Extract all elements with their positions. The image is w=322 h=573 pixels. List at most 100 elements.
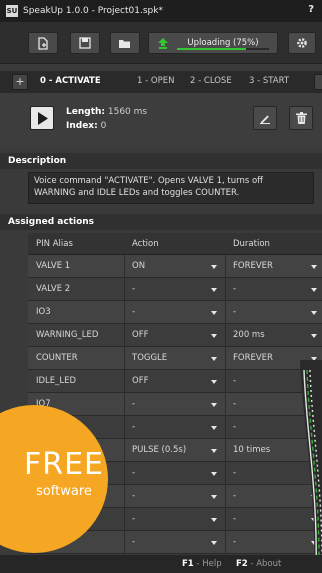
index-label: Index: <box>66 121 98 131</box>
chevron-down-icon[interactable] <box>211 403 217 407</box>
column-header-action: Action <box>132 239 159 249</box>
pin-alias-cell[interactable]: IO3 <box>36 307 51 317</box>
app-logo-icon: SU <box>6 5 18 17</box>
pin-alias-cell[interactable]: IDLE_LED <box>36 376 76 386</box>
chevron-down-icon[interactable] <box>211 265 217 269</box>
chevron-down-icon[interactable] <box>211 426 217 430</box>
command-index: Index: 0 <box>66 121 106 131</box>
duration-select[interactable]: - <box>233 307 236 317</box>
action-select[interactable]: TOGGLE <box>132 353 167 363</box>
duration-select[interactable]: 200 ms <box>233 330 265 340</box>
status-about[interactable]: F2 - About <box>236 559 281 569</box>
upload-status-text: Uploading (75%) <box>187 38 259 48</box>
chevron-down-icon[interactable] <box>211 357 217 361</box>
tab-scroll-right-button[interactable] <box>314 74 322 90</box>
new-project-button[interactable] <box>28 32 58 54</box>
help-button[interactable]: ? <box>308 4 314 15</box>
action-select[interactable]: OFF <box>132 376 148 386</box>
chevron-down-icon[interactable] <box>311 334 317 338</box>
column-header-duration: Duration <box>233 239 270 249</box>
duration-select[interactable]: - <box>233 376 236 386</box>
tab-start[interactable]: 3 - START <box>249 76 289 86</box>
tab-close[interactable]: 2 - CLOSE <box>190 76 232 86</box>
chevron-down-icon[interactable] <box>211 288 217 292</box>
duration-select[interactable]: FOREVER <box>233 353 273 363</box>
chevron-down-icon[interactable] <box>211 311 217 315</box>
pencil-icon <box>260 115 270 124</box>
add-command-button[interactable]: + <box>12 74 28 90</box>
duration-select[interactable]: - <box>233 468 236 478</box>
column-divider <box>124 255 125 278</box>
title-bar: SU SpeakUp 1.0.0 - Project01.spk* ? <box>0 0 322 22</box>
chevron-down-icon[interactable] <box>211 541 217 545</box>
tab-open[interactable]: 1 - OPEN <box>137 76 174 86</box>
open-project-button[interactable] <box>110 32 140 54</box>
chevron-down-icon[interactable] <box>211 495 217 499</box>
column-divider <box>225 347 226 370</box>
column-divider <box>124 416 125 439</box>
action-select[interactable]: - <box>132 514 135 524</box>
chevron-down-icon[interactable] <box>211 334 217 338</box>
assigned-actions-heading: Assigned actions <box>0 214 322 230</box>
table-row: IO3 - - <box>28 301 322 324</box>
column-divider <box>225 255 226 278</box>
folder-icon <box>119 39 130 48</box>
pin-alias-cell[interactable]: WARNING_LED <box>36 330 98 340</box>
column-divider <box>225 370 226 393</box>
column-divider <box>225 462 226 485</box>
chevron-down-icon[interactable] <box>211 472 217 476</box>
duration-select[interactable]: - <box>233 422 236 432</box>
action-select[interactable]: - <box>132 307 135 317</box>
duration-select[interactable]: - <box>233 514 236 524</box>
delete-command-button[interactable] <box>289 106 313 130</box>
action-select[interactable]: ON <box>132 261 145 271</box>
chevron-down-icon[interactable] <box>211 449 217 453</box>
column-divider <box>124 278 125 301</box>
pin-alias-cell[interactable]: VALVE 2 <box>36 284 70 294</box>
description-line-2: WARNING and IDLE LEDs and toggles COUNTE… <box>34 187 240 198</box>
settings-button[interactable] <box>288 32 316 54</box>
new-file-icon <box>38 36 48 50</box>
duration-select[interactable]: - <box>233 399 236 409</box>
duration-select[interactable]: - <box>233 537 236 547</box>
duration-select[interactable]: 10 times <box>233 445 270 455</box>
play-button[interactable] <box>30 106 54 130</box>
chevron-down-icon[interactable] <box>311 288 317 292</box>
length-value: 1560 ms <box>107 107 148 117</box>
column-divider <box>124 347 125 370</box>
chevron-down-icon[interactable] <box>311 265 317 269</box>
column-divider <box>225 485 226 508</box>
upload-progress-bar <box>177 48 269 50</box>
action-select[interactable]: - <box>132 491 135 501</box>
description-heading: Description <box>0 153 322 169</box>
pin-alias-cell[interactable]: COUNTER <box>36 353 78 363</box>
description-field[interactable]: Voice command "ACTIVATE". Opens VALVE 1,… <box>28 172 314 204</box>
status-help[interactable]: F1 - Help <box>182 559 222 569</box>
status-about-label: - About <box>247 559 282 569</box>
tab-activate[interactable]: 0 - ACTIVATE <box>40 76 101 86</box>
duration-select[interactable]: - <box>233 491 236 501</box>
action-select[interactable]: - <box>132 399 135 409</box>
duration-select[interactable]: FOREVER <box>233 261 273 271</box>
badge-subtitle: software <box>36 484 92 499</box>
action-select[interactable]: - <box>132 284 135 294</box>
save-project-button[interactable] <box>70 32 100 54</box>
chevron-down-icon[interactable] <box>311 311 317 315</box>
action-select[interactable]: - <box>132 537 135 547</box>
duration-select[interactable]: - <box>233 284 236 294</box>
edit-command-button[interactable] <box>253 106 277 130</box>
action-select[interactable]: - <box>132 422 135 432</box>
column-divider <box>124 531 125 554</box>
action-select[interactable]: - <box>132 468 135 478</box>
column-divider <box>124 393 125 416</box>
chevron-down-icon[interactable] <box>211 380 217 384</box>
chevron-down-icon[interactable] <box>211 518 217 522</box>
column-divider <box>225 324 226 347</box>
table-row: COUNTER TOGGLE FOREVER <box>28 347 322 370</box>
action-select[interactable]: PULSE (0.5s) <box>132 445 186 455</box>
column-divider <box>124 439 125 462</box>
window-title: SpeakUp 1.0.0 - Project01.spk* <box>23 6 163 16</box>
action-select[interactable]: OFF <box>132 330 148 340</box>
column-divider <box>225 531 226 554</box>
pin-alias-cell[interactable]: VALVE 1 <box>36 261 70 271</box>
